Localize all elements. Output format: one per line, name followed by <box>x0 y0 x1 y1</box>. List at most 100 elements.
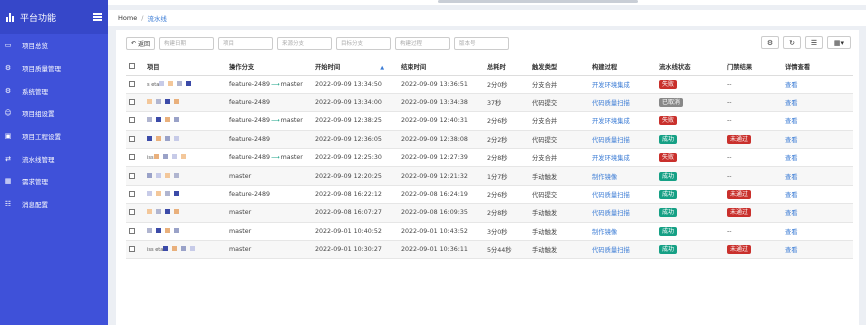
row-checkbox[interactable] <box>129 209 135 216</box>
detail-cell[interactable]: 查看 <box>782 93 853 113</box>
back-button[interactable]: ↶ 返回 <box>126 36 156 50</box>
row-select-cell[interactable] <box>126 75 144 94</box>
row-select-cell[interactable] <box>126 240 144 260</box>
process-link[interactable]: 代码质量扫描 <box>592 210 630 217</box>
refresh-button[interactable]: ↻ <box>783 36 801 49</box>
row-select-cell[interactable] <box>126 166 144 186</box>
table-row[interactable]: feature-2489 2022-09-09 12:36:05 2022-09… <box>126 130 853 150</box>
process-link[interactable]: 代码质量扫描 <box>592 100 630 107</box>
process-link[interactable]: 制作镜像 <box>592 174 617 181</box>
table-row[interactable]: feature-2489 2022-09-09 13:34:00 2022-09… <box>126 93 853 113</box>
columns-button[interactable]: ▦▾ <box>827 36 851 49</box>
row-checkbox[interactable] <box>129 80 135 87</box>
table-row[interactable]: master 2022-09-09 12:20:25 2022-09-09 12… <box>126 166 853 186</box>
detail-cell[interactable]: 查看 <box>782 130 853 150</box>
sidebar-item-0[interactable]: ▭ 项目总览 <box>0 34 108 57</box>
row-select-cell[interactable] <box>126 93 144 113</box>
trigger-cell: 分支合并 <box>529 148 589 168</box>
process-cell[interactable]: 代码质量扫描 <box>589 93 656 113</box>
row-checkbox[interactable] <box>129 117 135 124</box>
process-cell[interactable]: 开发环境集成 <box>589 148 656 168</box>
table-header-row: 项目 操作分支 开始时间 ▲ 结束时间 总耗时 触发类型 构建过程 流水线状态 门… <box>126 58 853 76</box>
row-checkbox[interactable] <box>129 246 135 253</box>
process-link[interactable]: 开发环境集成 <box>592 82 630 89</box>
process-link[interactable]: 制作镜像 <box>592 229 617 236</box>
detail-cell[interactable]: 查看 <box>782 148 853 168</box>
process-cell[interactable]: 代码质量扫描 <box>589 203 656 223</box>
row-select-cell[interactable] <box>126 203 144 223</box>
row-select-cell[interactable] <box>126 185 144 205</box>
filter-project[interactable]: 项目 <box>218 36 274 50</box>
trigger-cell: 手动触发 <box>529 203 589 223</box>
process-link[interactable]: 代码质量扫描 <box>592 192 630 199</box>
detail-cell[interactable]: 查看 <box>782 222 853 242</box>
sidebar-item-4[interactable]: ▣ 项目工程设置 <box>0 125 108 148</box>
detail-cell[interactable]: 查看 <box>782 166 853 186</box>
detail-link[interactable]: 查看 <box>785 210 798 217</box>
sidebar-item-2[interactable]: ⚙ 系统管理 <box>0 79 108 102</box>
process-link[interactable]: 代码质量扫描 <box>592 247 630 254</box>
table-row[interactable]: master 2022-09-08 16:07:27 2022-09-08 16… <box>126 203 853 223</box>
process-cell[interactable]: 开发环境集成 <box>589 111 656 131</box>
row-checkbox[interactable] <box>129 191 135 198</box>
detail-link[interactable]: 查看 <box>785 137 798 144</box>
detail-cell[interactable]: 查看 <box>782 185 853 205</box>
detail-link[interactable]: 查看 <box>785 229 798 236</box>
filter-build-date[interactable]: 构建日期 <box>159 36 215 50</box>
sidebar-item-3[interactable]: ☺ 项目组设置 <box>0 102 108 125</box>
row-checkbox[interactable] <box>129 154 135 161</box>
row-select-cell[interactable] <box>126 148 144 168</box>
select-all-checkbox[interactable] <box>129 62 135 69</box>
process-link[interactable]: 代码质量扫描 <box>592 137 630 144</box>
detail-cell[interactable]: 查看 <box>782 111 853 131</box>
sidebar-item-7[interactable]: ☷ 消息配置 <box>0 193 108 216</box>
detail-link[interactable]: 查看 <box>785 174 798 181</box>
detail-link[interactable]: 查看 <box>785 247 798 254</box>
settings-button[interactable]: ⚙ <box>761 36 779 49</box>
table-row[interactable]: master 2022-09-01 10:40:52 2022-09-01 10… <box>126 222 853 242</box>
sidebar-item-1[interactable]: ⚙ 项目质量管理 <box>0 57 108 80</box>
sidebar-item-6[interactable]: ▦ 需求管理 <box>0 170 108 193</box>
process-cell[interactable]: 代码质量扫描 <box>589 240 656 260</box>
filter-build-process[interactable]: 构建过程 <box>395 36 451 50</box>
process-cell[interactable]: 代码质量扫描 <box>589 130 656 150</box>
process-cell[interactable]: 代码质量扫描 <box>589 185 656 205</box>
table-row[interactable]: s eta feature-2489⟶master 2022-09-09 13:… <box>126 75 853 94</box>
col-start-time[interactable]: 开始时间 ▲ <box>312 58 398 76</box>
row-checkbox[interactable] <box>129 135 135 142</box>
table-row[interactable]: feature-2489 2022-09-08 16:22:12 2022-09… <box>126 185 853 205</box>
detail-cell[interactable]: 查看 <box>782 240 853 260</box>
detail-link[interactable]: 查看 <box>785 192 798 199</box>
detail-link[interactable]: 查看 <box>785 100 798 107</box>
detail-link[interactable]: 查看 <box>785 82 798 89</box>
menu-toggle-icon[interactable] <box>93 13 102 21</box>
row-checkbox[interactable] <box>129 172 135 179</box>
table-row[interactable]: feature-2489⟶master 2022-09-09 12:38:25 … <box>126 111 853 131</box>
table-row[interactable]: iss feature-2489⟶master 2022-09-09 12:25… <box>126 148 853 168</box>
process-cell[interactable]: 制作镜像 <box>589 222 656 242</box>
row-checkbox[interactable] <box>129 99 135 106</box>
process-cell[interactable]: 开发环境集成 <box>589 75 656 94</box>
row-select-cell[interactable] <box>126 222 144 242</box>
breadcrumb-home[interactable]: Home <box>118 14 137 22</box>
branch-cell: feature-2489 <box>226 93 312 113</box>
filter-target-branch[interactable]: 目标分支 <box>336 36 392 50</box>
branch-from: feature-2489 <box>229 117 271 125</box>
row-select-cell[interactable] <box>126 130 144 150</box>
detail-cell[interactable]: 查看 <box>782 203 853 223</box>
row-checkbox[interactable] <box>129 227 135 234</box>
filter-source-branch[interactable]: 来源分支 <box>277 36 333 50</box>
detail-link[interactable]: 查看 <box>785 155 798 162</box>
select-all-header[interactable] <box>126 58 144 76</box>
export-button[interactable]: ☰ <box>805 36 823 49</box>
row-select-cell[interactable] <box>126 111 144 131</box>
detail-cell[interactable]: 查看 <box>782 75 853 94</box>
process-link[interactable]: 开发环境集成 <box>592 155 630 162</box>
process-link[interactable]: 开发环境集成 <box>592 118 630 125</box>
filter-version[interactable]: 版本号 <box>454 36 510 50</box>
detail-link[interactable]: 查看 <box>785 118 798 125</box>
sidebar-item-5[interactable]: ⇄ 流水线管理 <box>0 147 108 170</box>
process-cell[interactable]: 制作镜像 <box>589 166 656 186</box>
sort-asc-icon[interactable]: ▲ <box>380 65 384 71</box>
table-row[interactable]: iss eta master 2022-09-01 10:30:27 2022-… <box>126 240 853 260</box>
